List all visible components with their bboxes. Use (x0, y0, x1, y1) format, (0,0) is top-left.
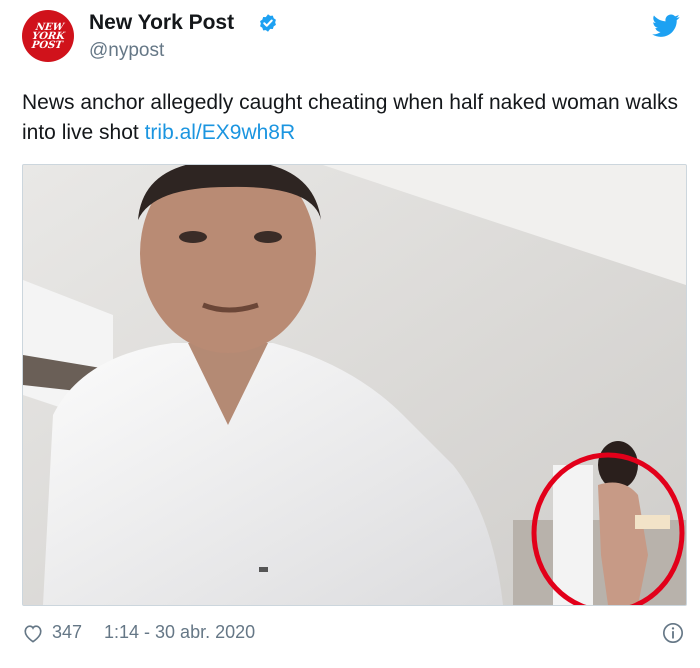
man-left-eye (179, 231, 207, 243)
media-scene (23, 165, 686, 605)
account-avatar[interactable]: NEW YORK POST (22, 10, 74, 62)
like-count: 347 (52, 622, 83, 642)
woman-item (635, 515, 670, 529)
woman-hair (598, 441, 638, 489)
tweet-body: News anchor allegedly caught cheating wh… (22, 91, 679, 144)
twitter-bird-icon[interactable] (652, 14, 680, 38)
account-handle[interactable]: @nypost (89, 40, 164, 62)
shirt-logo (259, 567, 268, 572)
tweet-card: NEW YORK POST New York Post @nypost News… (0, 0, 700, 668)
man-right-eye (254, 231, 282, 243)
curtain (553, 465, 593, 605)
tweet-footer: 347 1:14 - 30 abr. 2020 (22, 620, 685, 650)
tweet-text: News anchor allegedly caught cheating wh… (22, 88, 682, 148)
new-york-post-logo: NEW YORK POST (30, 21, 66, 51)
tweet-timestamp[interactable]: 1:14 - 30 abr. 2020 (104, 622, 255, 643)
account-display-name[interactable]: New York Post (89, 11, 234, 35)
tweet-link[interactable]: trib.al/EX9wh8R (145, 121, 296, 144)
tweet-media-image[interactable] (22, 164, 687, 606)
verified-badge-icon (260, 14, 276, 32)
heart-outline-icon[interactable] (22, 623, 44, 643)
info-icon[interactable] (662, 622, 684, 644)
